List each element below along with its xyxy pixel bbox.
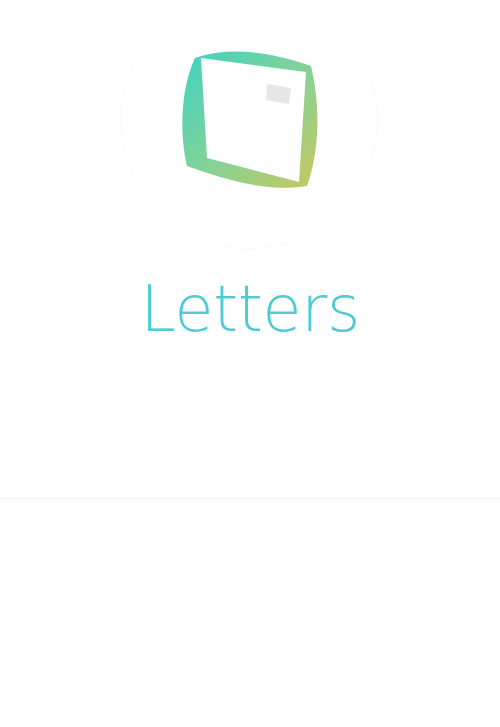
logo-circle bbox=[121, 0, 377, 248]
splash-screen: Letters bbox=[0, 0, 500, 498]
bottom-area bbox=[0, 499, 500, 727]
letters-logo-icon bbox=[182, 51, 318, 188]
app-title: Letters bbox=[140, 273, 360, 347]
